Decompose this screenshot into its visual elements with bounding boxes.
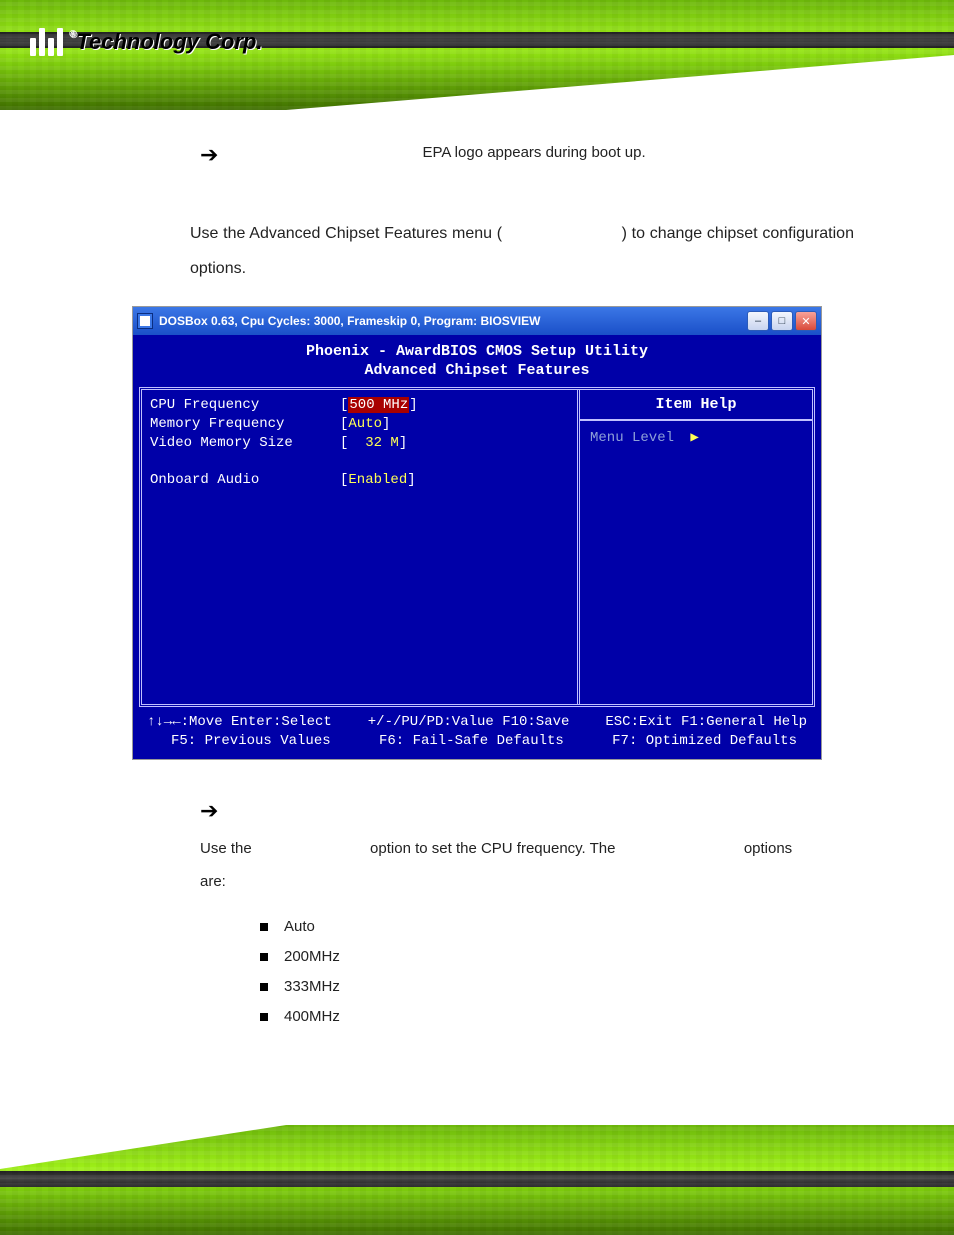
window-title: DOSBox 0.63, Cpu Cycles: 3000, Frameskip… — [159, 314, 741, 328]
item-help-body: Menu Level ▶ — [580, 421, 812, 454]
square-bullet-icon — [260, 1013, 268, 1021]
bios-screenshot: DOSBox 0.63, Cpu Cycles: 3000, Frameskip… — [132, 306, 822, 759]
option-row-blank — [150, 453, 569, 472]
logo-mark-icon — [30, 28, 63, 56]
square-bullet-icon — [260, 923, 268, 931]
footer-seg: ↑↓→←:Move Enter:Select — [147, 713, 332, 732]
cpu-freq-paragraph: Use the option to set the CPU frequency.… — [200, 832, 854, 898]
app-icon — [137, 313, 153, 329]
option-label: Memory Frequency — [150, 415, 340, 434]
window-titlebar: DOSBox 0.63, Cpu Cycles: 3000, Frameskip… — [133, 307, 821, 335]
square-bullet-icon — [260, 953, 268, 961]
cpu-freq-options-list: Auto 200MHz 333MHz 400MHz — [260, 912, 854, 1032]
brand-text: Technology Corp. — [76, 29, 262, 54]
triangle-right-icon: ▶ — [690, 430, 698, 446]
footer-seg: F7: Optimized Defaults — [612, 732, 797, 751]
option-label: Onboard Audio — [150, 471, 340, 490]
list-item: 333MHz — [260, 972, 854, 1002]
list-item-label: 200MHz — [284, 942, 340, 972]
option-row[interactable]: CPU Frequency [500 MHz] — [150, 396, 569, 415]
option-value: 500 MHz — [348, 397, 409, 413]
bios-footer: ↑↓→←:Move Enter:Select +/-/PU/PD:Value F… — [139, 707, 815, 753]
para2-c: options — [744, 840, 792, 857]
note-line-2: ➔ — [200, 800, 854, 822]
option-value: 32 M — [348, 435, 398, 451]
bios-options-pane: CPU Frequency [500 MHz] Memory Frequency… — [142, 390, 577, 704]
footer-seg: +/-/PU/PD:Value F10:Save — [368, 713, 570, 732]
para2-b: option to set the CPU frequency. The — [370, 840, 615, 857]
close-button[interactable]: ✕ — [795, 311, 817, 331]
bios-header-line2: Advanced Chipset Features — [139, 362, 815, 381]
list-item-label: Auto — [284, 912, 315, 942]
footer-decoration — [0, 1125, 954, 1235]
option-value: Auto — [348, 416, 382, 432]
option-row[interactable]: Onboard Audio [Enabled] — [150, 471, 569, 490]
intro-paragraph: Use the Advanced Chipset Features menu (… — [190, 216, 854, 286]
option-row[interactable]: Video Memory Size [ 32 M] — [150, 434, 569, 453]
footer-seg: ESC:Exit F1:General Help — [605, 713, 807, 732]
option-row[interactable]: Memory Frequency [Auto] — [150, 415, 569, 434]
option-label: CPU Frequency — [150, 396, 340, 415]
menu-level-label: Menu Level — [590, 430, 674, 446]
list-item-label: 333MHz — [284, 972, 340, 1002]
footer-seg: F5: Previous Values — [171, 732, 331, 751]
list-item: Auto — [260, 912, 854, 942]
note-text-1: EPA logo appears during boot up. — [422, 144, 645, 161]
arrow-right-icon: ➔ — [200, 800, 218, 822]
arrow-right-icon: ➔ — [200, 144, 218, 166]
para1-pre: Use the Advanced Chipset Features menu ( — [190, 225, 502, 242]
list-item-label: 400MHz — [284, 1002, 340, 1032]
bios-header-line1: Phoenix - AwardBIOS CMOS Setup Utility — [139, 343, 815, 362]
para2-d: are: — [200, 873, 226, 890]
brand-logo: ®Technology Corp. — [30, 28, 263, 56]
item-help-title: Item Help — [580, 390, 812, 419]
option-label: Video Memory Size — [150, 434, 340, 453]
bios-header: Phoenix - AwardBIOS CMOS Setup Utility A… — [139, 339, 815, 387]
para2-a: Use the — [200, 840, 252, 857]
list-item: 200MHz — [260, 942, 854, 972]
list-item: 400MHz — [260, 1002, 854, 1032]
minimize-button[interactable]: – — [747, 311, 769, 331]
option-value: Enabled — [348, 472, 407, 488]
footer-seg: F6: Fail-Safe Defaults — [379, 732, 564, 751]
square-bullet-icon — [260, 983, 268, 991]
note-line-1: ➔ EPA logo appears during boot up. — [200, 144, 854, 166]
maximize-button[interactable]: □ — [771, 311, 793, 331]
